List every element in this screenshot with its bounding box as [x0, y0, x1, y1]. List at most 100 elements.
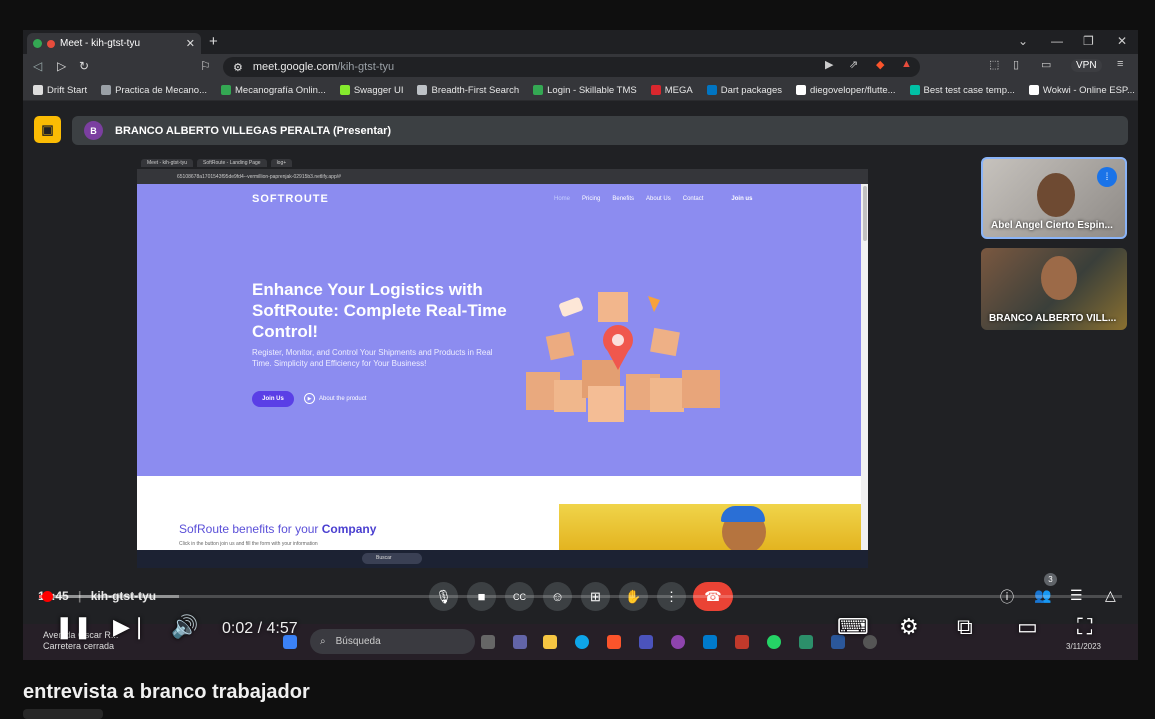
search-icon: ⌕ — [320, 636, 326, 647]
bookmark-item[interactable]: Swagger UI — [339, 84, 404, 96]
close-tab-icon[interactable]: ✕ — [186, 37, 195, 50]
github-icon[interactable] — [671, 635, 685, 649]
settings-gear-icon[interactable]: ⚙ — [899, 614, 919, 640]
presenter-label: BRANCO ALBERTO VILLEGAS PERALTA (Present… — [115, 124, 392, 137]
bookmark-favicon-icon — [33, 85, 43, 95]
bookmark-favicon-icon — [909, 85, 920, 95]
db-icon[interactable] — [799, 635, 813, 649]
bookmark-label: diegoveloper/flutte... — [809, 84, 896, 96]
video-progress-bar[interactable] — [39, 591, 1122, 602]
miniplayer-icon[interactable]: ⧉ — [957, 614, 973, 640]
address-bar[interactable]: ⚙ meet.google.com/kih-gtst-tyu — [223, 57, 920, 77]
benefits-title-bold: Company — [321, 522, 377, 536]
benefits-title: SofRoute benefits for your Company — [179, 522, 376, 536]
bookmark-item[interactable]: Wokwi - Online ESP... — [1028, 85, 1135, 96]
bookmark-favicon-icon — [417, 85, 428, 95]
vpn-button[interactable]: VPN — [1071, 59, 1102, 72]
vscode-icon[interactable] — [703, 635, 717, 649]
bookmark-item[interactable]: Login - Skillable TMS — [533, 85, 637, 96]
app-icon[interactable] — [735, 635, 749, 649]
bookmark-favicon-icon — [706, 85, 717, 95]
wallet-icon[interactable]: ▭ — [1041, 58, 1051, 71]
bookmark-label: Practica de Mecano... — [115, 84, 208, 96]
bookmark-item[interactable]: Dart packages — [706, 85, 782, 96]
participant-tile[interactable]: BRANCO ALBERTO VILL... — [981, 248, 1127, 330]
bookmark-item[interactable]: diegoveloper/flutte... — [795, 84, 896, 96]
play-circle-icon: ▶ — [304, 393, 315, 404]
file-explorer-icon[interactable] — [543, 635, 557, 649]
pause-icon[interactable]: ❚❚ — [55, 614, 92, 640]
bookmarks-bar: Drift Start Practica de Mecano... Mecanogr… — [23, 80, 1138, 101]
bookmark-label: Swagger UI — [353, 84, 404, 96]
next-video-icon[interactable]: ▶❘ — [113, 614, 148, 640]
volume-icon[interactable]: 🔊 — [171, 614, 198, 640]
url-path: /kih-gtst-tyu — [337, 61, 395, 73]
bookmark-favicon-icon — [650, 85, 661, 95]
site-info-icon[interactable]: ⚙ — [233, 61, 243, 74]
delivery-photo — [559, 504, 861, 550]
teams-app-icon[interactable] — [639, 635, 653, 649]
bookmark-item[interactable]: Mecanografía Onlin... — [221, 85, 326, 96]
sidebar-icon[interactable]: ▯ — [1013, 58, 1019, 71]
shared-address: 65108678a1701543f95de9fd4--vermillion-pa… — [137, 169, 868, 184]
fullscreen-icon[interactable]: ⛶ — [1077, 614, 1092, 640]
bookmark-favicon-icon — [533, 85, 544, 95]
edge-icon[interactable] — [575, 635, 589, 649]
blue-cap-image — [721, 506, 765, 522]
forward-icon[interactable]: ▷ — [57, 59, 66, 73]
teams-icon[interactable] — [513, 635, 527, 649]
brave-icon[interactable] — [607, 635, 621, 649]
minimize-icon[interactable]: — — [1051, 34, 1063, 48]
nav-join: Join us — [731, 196, 753, 202]
current-time: 0:02 — [222, 620, 254, 637]
bookmark-icon[interactable]: ⚐ — [200, 59, 211, 73]
browser-tab-meet[interactable]: Meet - kih-gtst-tyu ✕ — [27, 33, 201, 54]
recording-dot-icon — [47, 39, 55, 48]
brave-shield-icon[interactable]: ◆ — [876, 58, 884, 71]
task-view-icon[interactable] — [481, 635, 495, 649]
bookmark-favicon-icon — [221, 85, 232, 95]
participant-tile[interactable]: ⁞ Abel Angel Cierto Espin... — [981, 157, 1127, 239]
bookmark-item[interactable]: Practica de Mecano... — [101, 85, 207, 96]
nav-contact: Contact — [682, 196, 704, 202]
shared-tab: SoftRoute - Landing Page — [197, 159, 267, 167]
menu-icon[interactable]: ≡ — [1117, 58, 1123, 70]
camera-icon[interactable]: ▶ — [825, 58, 833, 71]
bookmark-item[interactable]: Best test case temp... — [909, 85, 1015, 96]
shared-browser-tabs: Meet - kih-gtst-tyu SoftRoute - Landing … — [137, 157, 868, 169]
scrubber-handle[interactable] — [41, 591, 53, 602]
channel-row-placeholder — [23, 709, 103, 719]
join-us-button: Join Us — [252, 391, 294, 407]
bookmark-label: Login - Skillable TMS — [547, 84, 637, 96]
subtitles-icon[interactable]: ⌨ — [837, 614, 869, 640]
bookmark-favicon-icon — [795, 85, 806, 95]
bookmark-favicon-icon — [339, 85, 350, 95]
bookmark-item[interactable]: Breadth-First Search — [417, 85, 519, 96]
extensions-icon[interactable]: ⬚ — [989, 58, 999, 71]
bookmark-item[interactable]: MEGA — [650, 85, 693, 96]
maximize-icon[interactable]: ❐ — [1083, 34, 1094, 48]
presenter-avatar: B — [84, 121, 103, 140]
brave-rewards-icon[interactable]: ▲ — [901, 58, 912, 70]
hero-headline: Enhance Your Logistics with SoftRoute: C… — [252, 280, 507, 341]
tab-search-chevron-icon[interactable]: ⌄ — [1018, 34, 1028, 48]
weather-line2: Carretera cerrada — [43, 641, 115, 651]
softroute-logo: SOFTROUTE — [252, 193, 329, 205]
shared-screen: Meet - kih-gtst-tyu SoftRoute - Landing … — [137, 157, 868, 568]
bookmark-favicon-icon — [1028, 85, 1039, 95]
video-player[interactable]: Meet - kih-gtst-tyu ✕ + ⌄ — ❐ ✕ ◁ ▷ ↻ ⚐ … — [23, 30, 1138, 660]
bookmark-label: Drift Start — [47, 84, 88, 96]
reload-icon[interactable]: ↻ — [79, 59, 89, 73]
theater-mode-icon[interactable]: ▭ — [1017, 614, 1038, 640]
new-tab-icon[interactable]: + — [209, 33, 218, 50]
window-close-icon[interactable]: ✕ — [1117, 34, 1127, 48]
taskbar-search[interactable]: ⌕ Búsqueda — [310, 629, 475, 654]
whatsapp-icon[interactable] — [767, 635, 781, 649]
presentation-icon[interactable]: ▣ — [34, 116, 61, 143]
benefits-subtitle: Click in the button join us and fill the… — [179, 541, 318, 547]
shared-scrollbar — [861, 184, 868, 568]
share-icon[interactable]: ⇗ — [849, 58, 858, 71]
shared-tab: Meet - kih-gtst-tyu — [141, 159, 194, 167]
back-icon[interactable]: ◁ — [33, 59, 42, 73]
bookmark-item[interactable]: Drift Start — [33, 85, 87, 96]
